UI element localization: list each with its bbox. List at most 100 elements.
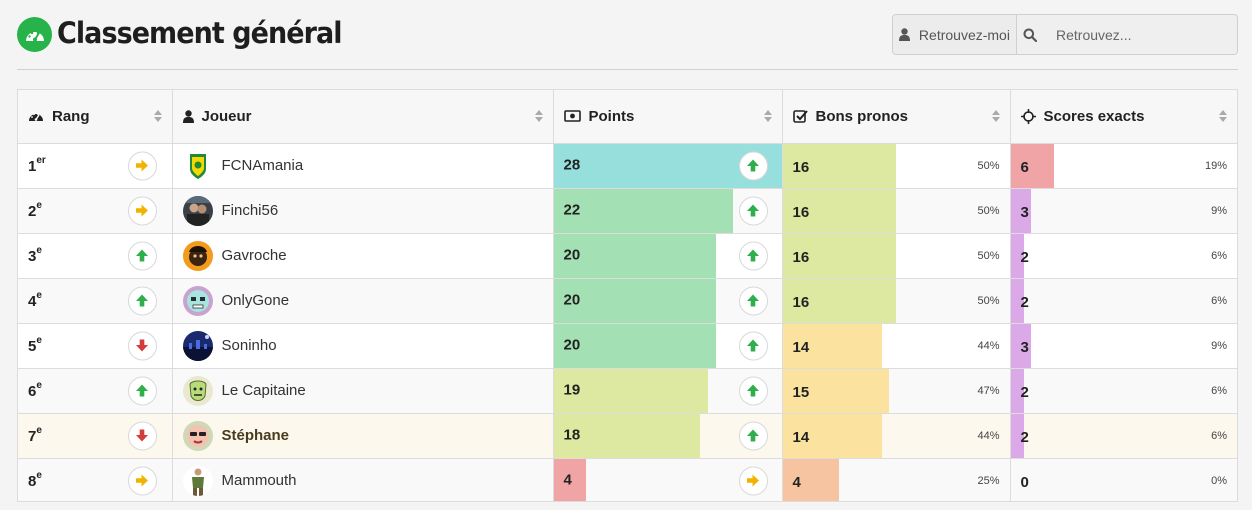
- good-predictions-bar: [782, 458, 840, 501]
- header-divider: [17, 69, 1238, 70]
- points-cell: 18: [553, 413, 783, 459]
- good-predictions-cell: 4 25%: [782, 458, 1011, 501]
- player-cell[interactable]: Finchi56: [172, 188, 554, 234]
- table-row[interactable]: 1er FCNAmania 28 16 50% 6 19%: [18, 143, 1237, 189]
- player-cell[interactable]: Le Capitaine: [172, 368, 554, 414]
- avatar: [182, 330, 213, 361]
- points-trend-up-icon: [738, 151, 768, 180]
- table-row[interactable]: 6e Le Capitaine 19 15 47% 2 6%: [18, 368, 1237, 414]
- points-value: 19: [563, 381, 581, 399]
- checkbox-icon: [792, 110, 808, 124]
- player-name[interactable]: OnlyGone: [222, 292, 290, 309]
- rank-suffix: er: [36, 154, 46, 166]
- points-trend-up-icon: [738, 196, 768, 225]
- player-name[interactable]: Finchi56: [222, 202, 279, 219]
- page-header: Classement général Retrouvez-moi: [0, 0, 1252, 70]
- exact-scores-percent: 6%: [1211, 384, 1227, 397]
- player-cell[interactable]: OnlyGone: [172, 278, 554, 324]
- player-name[interactable]: Stéphane: [222, 427, 290, 444]
- player-cell[interactable]: Mammouth: [172, 458, 554, 501]
- good-predictions-cell: 16 50%: [782, 233, 1011, 279]
- exact-scores-cell: 0 0%: [1010, 458, 1237, 501]
- avatar: [182, 240, 213, 271]
- search-input[interactable]: [1044, 15, 1237, 54]
- exact-scores-cell: 2 6%: [1010, 368, 1237, 414]
- rank-trend-down-icon: [127, 331, 157, 360]
- good-predictions-cell: 16 50%: [782, 278, 1011, 324]
- good-predictions-value: 4: [792, 473, 801, 491]
- column-header-rank[interactable]: Rang: [18, 90, 173, 144]
- good-predictions-percent: 50%: [977, 204, 1000, 217]
- sort-icon[interactable]: [534, 109, 544, 123]
- good-predictions-value: 14: [792, 338, 810, 356]
- rank-cell: 4e: [18, 278, 173, 324]
- player-name[interactable]: Mammouth: [222, 472, 297, 489]
- sort-icon[interactable]: [153, 109, 163, 123]
- good-predictions-percent: 44%: [977, 339, 1000, 352]
- column-header-player[interactable]: Joueur: [172, 90, 554, 144]
- points-value: 20: [563, 336, 581, 354]
- table-row[interactable]: 4e OnlyGone 20 16 50% 2 6%: [18, 278, 1237, 324]
- user-icon: [898, 28, 910, 41]
- column-header-exact-scores[interactable]: Scores exacts: [1010, 90, 1237, 144]
- player-cell[interactable]: Gavroche: [172, 233, 554, 279]
- good-predictions-cell: 16 50%: [782, 143, 1011, 189]
- player-cell[interactable]: FCNAmania: [172, 143, 554, 189]
- good-predictions-value: 15: [792, 383, 810, 401]
- table-row[interactable]: 5e Soninho 20 14 44% 3 9%: [18, 323, 1237, 369]
- speedometer-icon: [17, 17, 52, 52]
- avatar: [182, 420, 213, 451]
- table-row[interactable]: 7e Stéphane 18 14 44% 2 6%: [18, 413, 1237, 459]
- exact-scores-cell: 6 19%: [1010, 143, 1237, 189]
- rank-trend-up-icon: [127, 241, 157, 270]
- sort-icon[interactable]: [763, 109, 773, 123]
- sort-icon[interactable]: [1218, 109, 1228, 123]
- points-cell: 20: [553, 278, 783, 324]
- exact-scores-value: 0: [1020, 473, 1029, 491]
- good-predictions-cell: 16 50%: [782, 188, 1011, 234]
- rank-suffix: e: [36, 424, 42, 436]
- exact-scores-cell: 3 9%: [1010, 188, 1237, 234]
- table-row[interactable]: 3e Gavroche 20 16 50% 2 6%: [18, 233, 1237, 279]
- table-row[interactable]: 2e Finchi56 22 16 50% 3 9%: [18, 188, 1237, 234]
- find-me-button[interactable]: Retrouvez-moi: [893, 15, 1017, 54]
- points-trend-same-icon: [738, 466, 768, 495]
- exact-scores-percent: 19%: [1204, 159, 1227, 172]
- avatar: [182, 465, 213, 496]
- ranking-page: Classement général Retrouvez-moi Retrouv…: [0, 0, 1252, 510]
- rank-cell: 2e: [18, 188, 173, 234]
- points-trend-up-icon: [738, 241, 768, 270]
- money-bill-icon: [563, 110, 581, 123]
- points-cell: 20: [553, 323, 783, 369]
- good-predictions-percent: 50%: [977, 294, 1000, 307]
- ranking-table: Rang Joueur Points Bons pronos Scores ex…: [17, 89, 1238, 502]
- avatar: [182, 375, 213, 406]
- search-group: Retrouvez-moi: [892, 14, 1238, 55]
- rank-trend-down-icon: [127, 421, 157, 450]
- player-name[interactable]: Soninho: [222, 337, 277, 354]
- good-predictions-value: 16: [792, 293, 810, 311]
- good-predictions-value: 16: [792, 203, 810, 221]
- rank-cell: 8e: [18, 458, 173, 501]
- exact-scores-value: 6: [1020, 158, 1029, 176]
- player-name[interactable]: FCNAmania: [222, 157, 304, 174]
- column-header-good-predictions[interactable]: Bons pronos: [782, 90, 1011, 144]
- column-header-points[interactable]: Points: [553, 90, 783, 144]
- player-cell[interactable]: Stéphane: [172, 413, 554, 459]
- sort-icon[interactable]: [991, 109, 1001, 123]
- player-name[interactable]: Le Capitaine: [222, 382, 306, 399]
- points-trend-up-icon: [738, 376, 768, 405]
- points-trend-up-icon: [738, 286, 768, 315]
- user-icon: [182, 110, 194, 123]
- player-cell[interactable]: Soninho: [172, 323, 554, 369]
- crosshairs-icon: [1020, 108, 1036, 124]
- exact-scores-cell: 2 6%: [1010, 233, 1237, 279]
- points-value: 28: [563, 156, 581, 174]
- player-name[interactable]: Gavroche: [222, 247, 287, 264]
- rank-trend-same-icon: [127, 196, 157, 225]
- column-label-points: Points: [588, 107, 635, 125]
- table-row[interactable]: 8e Mammouth 4 4 25% 0 0%: [18, 458, 1237, 501]
- search-icon: [1017, 15, 1044, 54]
- good-predictions-value: 14: [792, 428, 810, 446]
- exact-scores-percent: 6%: [1211, 294, 1227, 307]
